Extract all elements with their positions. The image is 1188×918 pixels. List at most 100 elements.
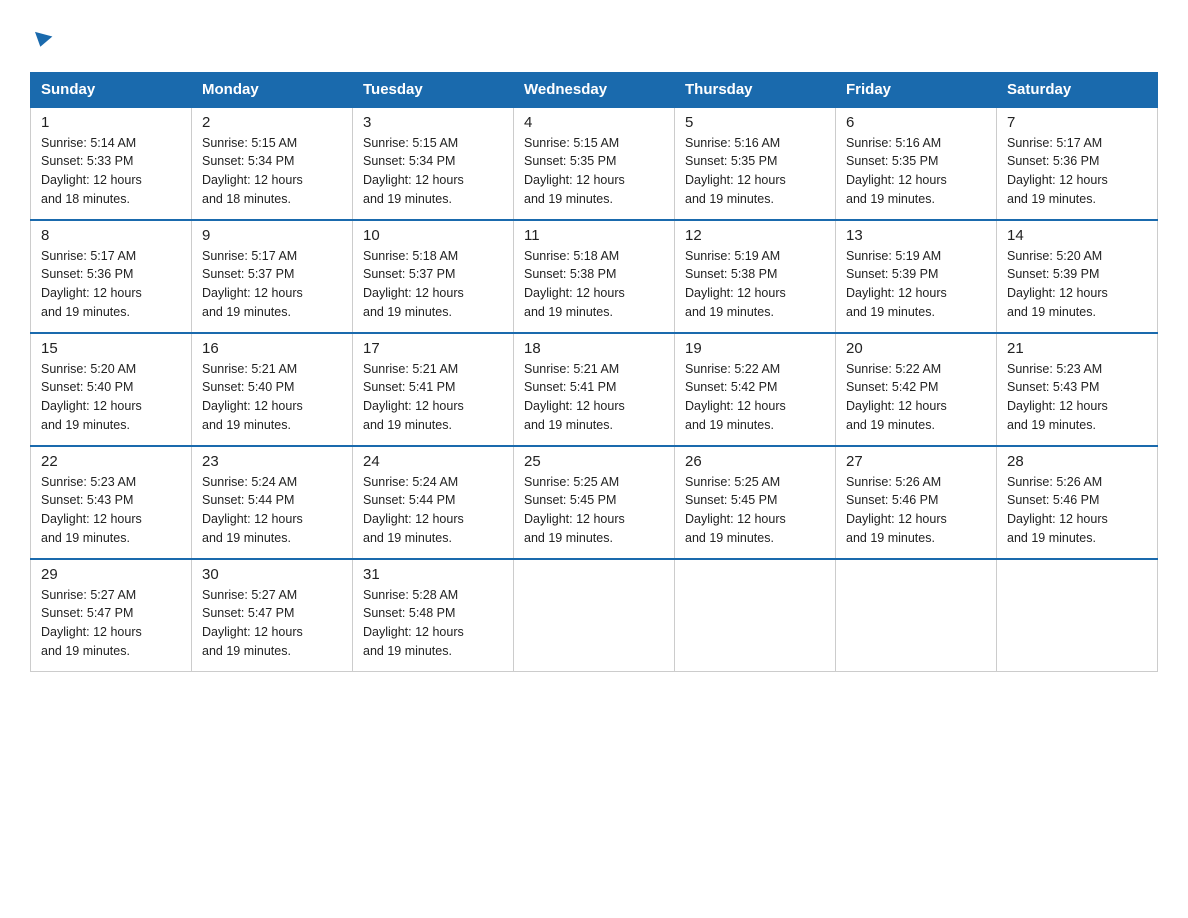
calendar-cell: 22Sunrise: 5:23 AMSunset: 5:43 PMDayligh… bbox=[31, 446, 192, 559]
day-number: 15 bbox=[41, 340, 181, 357]
calendar-cell: 14 Sunrise: 5:20 AMSunset: 5:39 PMDayligh… bbox=[997, 220, 1158, 333]
day-info: Sunrise: 5:27 AMSunset: 5:47 PMDaylight:… bbox=[202, 586, 342, 661]
day-number: 10 bbox=[363, 227, 503, 244]
day-number: 2 bbox=[202, 114, 342, 131]
header-monday: Monday bbox=[192, 72, 353, 107]
calendar-cell: 9Sunrise: 5:17 AMSunset: 5:37 PMDaylight… bbox=[192, 220, 353, 333]
calendar-cell: 16 Sunrise: 5:21 AMSunset: 5:40 PMDayligh… bbox=[192, 333, 353, 446]
day-info: Sunrise: 5:23 AMSunset: 5:43 PMDaylight:… bbox=[41, 473, 181, 548]
calendar-week-row: 15 Sunrise: 5:20 AMSunset: 5:40 PMDayligh… bbox=[31, 333, 1158, 446]
day-number: 18 bbox=[524, 340, 664, 357]
day-info: Sunrise: 5:17 AMSunset: 5:36 PMDaylight:… bbox=[41, 247, 181, 322]
day-info: Sunrise: 5:28 AMSunset: 5:48 PMDaylight:… bbox=[363, 586, 503, 661]
day-number: 28 bbox=[1007, 453, 1147, 470]
day-number: 25 bbox=[524, 453, 664, 470]
day-info: Sunrise: 5:25 AMSunset: 5:45 PMDaylight:… bbox=[524, 473, 664, 548]
day-info: Sunrise: 5:16 AMSunset: 5:35 PMDaylight:… bbox=[846, 134, 986, 209]
day-info: Sunrise: 5:15 AMSunset: 5:34 PMDaylight:… bbox=[202, 134, 342, 209]
day-info: Sunrise: 5:17 AMSunset: 5:36 PMDaylight:… bbox=[1007, 134, 1147, 209]
day-number: 24 bbox=[363, 453, 503, 470]
day-info: Sunrise: 5:19 AMSunset: 5:38 PMDaylight:… bbox=[685, 247, 825, 322]
day-info: Sunrise: 5:16 AMSunset: 5:35 PMDaylight:… bbox=[685, 134, 825, 209]
day-info: Sunrise: 5:27 AMSunset: 5:47 PMDaylight:… bbox=[41, 586, 181, 661]
calendar-cell: 25 Sunrise: 5:25 AMSunset: 5:45 PMDayligh… bbox=[514, 446, 675, 559]
header-wednesday: Wednesday bbox=[514, 72, 675, 107]
header-thursday: Thursday bbox=[675, 72, 836, 107]
calendar-cell: 24Sunrise: 5:24 AMSunset: 5:44 PMDayligh… bbox=[353, 446, 514, 559]
calendar-cell: 17 Sunrise: 5:21 AMSunset: 5:41 PMDayligh… bbox=[353, 333, 514, 446]
day-info: Sunrise: 5:21 AMSunset: 5:40 PMDaylight:… bbox=[202, 360, 342, 435]
calendar-cell: 20 Sunrise: 5:22 AMSunset: 5:42 PMDayligh… bbox=[836, 333, 997, 446]
calendar-table: SundayMondayTuesdayWednesdayThursdayFrid… bbox=[30, 72, 1158, 672]
day-number: 27 bbox=[846, 453, 986, 470]
calendar-cell: 21 Sunrise: 5:23 AMSunset: 5:43 PMDayligh… bbox=[997, 333, 1158, 446]
calendar-cell: 3 Sunrise: 5:15 AMSunset: 5:34 PMDaylight… bbox=[353, 107, 514, 220]
day-number: 20 bbox=[846, 340, 986, 357]
calendar-cell: 15 Sunrise: 5:20 AMSunset: 5:40 PMDayligh… bbox=[31, 333, 192, 446]
day-info: Sunrise: 5:21 AMSunset: 5:41 PMDaylight:… bbox=[363, 360, 503, 435]
day-info: Sunrise: 5:20 AMSunset: 5:39 PMDaylight:… bbox=[1007, 247, 1147, 322]
day-number: 19 bbox=[685, 340, 825, 357]
calendar-cell: 6 Sunrise: 5:16 AMSunset: 5:35 PMDaylight… bbox=[836, 107, 997, 220]
day-number: 21 bbox=[1007, 340, 1147, 357]
day-info: Sunrise: 5:19 AMSunset: 5:39 PMDaylight:… bbox=[846, 247, 986, 322]
calendar-cell: 7 Sunrise: 5:17 AMSunset: 5:36 PMDaylight… bbox=[997, 107, 1158, 220]
header-saturday: Saturday bbox=[997, 72, 1158, 107]
day-number: 5 bbox=[685, 114, 825, 131]
calendar-cell: 10 Sunrise: 5:18 AMSunset: 5:37 PMDayligh… bbox=[353, 220, 514, 333]
calendar-cell bbox=[675, 559, 836, 672]
day-info: Sunrise: 5:24 AMSunset: 5:44 PMDaylight:… bbox=[202, 473, 342, 548]
day-info: Sunrise: 5:20 AMSunset: 5:40 PMDaylight:… bbox=[41, 360, 181, 435]
calendar-cell: 28 Sunrise: 5:26 AMSunset: 5:46 PMDayligh… bbox=[997, 446, 1158, 559]
day-info: Sunrise: 5:22 AMSunset: 5:42 PMDaylight:… bbox=[846, 360, 986, 435]
day-number: 31 bbox=[363, 566, 503, 583]
header-sunday: Sunday bbox=[31, 72, 192, 107]
day-number: 26 bbox=[685, 453, 825, 470]
calendar-cell: 8 Sunrise: 5:17 AMSunset: 5:36 PMDaylight… bbox=[31, 220, 192, 333]
day-info: Sunrise: 5:18 AMSunset: 5:37 PMDaylight:… bbox=[363, 247, 503, 322]
day-number: 17 bbox=[363, 340, 503, 357]
day-number: 4 bbox=[524, 114, 664, 131]
day-number: 13 bbox=[846, 227, 986, 244]
day-number: 23 bbox=[202, 453, 342, 470]
calendar-cell: 26 Sunrise: 5:25 AMSunset: 5:45 PMDayligh… bbox=[675, 446, 836, 559]
day-number: 3 bbox=[363, 114, 503, 131]
day-number: 8 bbox=[41, 227, 181, 244]
header-friday: Friday bbox=[836, 72, 997, 107]
day-info: Sunrise: 5:23 AMSunset: 5:43 PMDaylight:… bbox=[1007, 360, 1147, 435]
day-info: Sunrise: 5:25 AMSunset: 5:45 PMDaylight:… bbox=[685, 473, 825, 548]
calendar-cell bbox=[997, 559, 1158, 672]
calendar-week-row: 1Sunrise: 5:14 AMSunset: 5:33 PMDaylight… bbox=[31, 107, 1158, 220]
day-number: 14 bbox=[1007, 227, 1147, 244]
day-info: Sunrise: 5:26 AMSunset: 5:46 PMDaylight:… bbox=[1007, 473, 1147, 548]
day-number: 29 bbox=[41, 566, 181, 583]
day-info: Sunrise: 5:15 AMSunset: 5:34 PMDaylight:… bbox=[363, 134, 503, 209]
calendar-week-row: 22Sunrise: 5:23 AMSunset: 5:43 PMDayligh… bbox=[31, 446, 1158, 559]
calendar-week-row: 29 Sunrise: 5:27 AMSunset: 5:47 PMDayligh… bbox=[31, 559, 1158, 672]
day-number: 9 bbox=[202, 227, 342, 244]
calendar-cell: 5 Sunrise: 5:16 AMSunset: 5:35 PMDaylight… bbox=[675, 107, 836, 220]
day-number: 16 bbox=[202, 340, 342, 357]
day-number: 7 bbox=[1007, 114, 1147, 131]
day-number: 12 bbox=[685, 227, 825, 244]
calendar-cell: 13 Sunrise: 5:19 AMSunset: 5:39 PMDayligh… bbox=[836, 220, 997, 333]
day-number: 30 bbox=[202, 566, 342, 583]
day-number: 6 bbox=[846, 114, 986, 131]
calendar-cell: 2 Sunrise: 5:15 AMSunset: 5:34 PMDaylight… bbox=[192, 107, 353, 220]
calendar-cell bbox=[514, 559, 675, 672]
calendar-cell bbox=[836, 559, 997, 672]
calendar-cell: 1Sunrise: 5:14 AMSunset: 5:33 PMDaylight… bbox=[31, 107, 192, 220]
day-number: 11 bbox=[524, 227, 664, 244]
calendar-cell: 12 Sunrise: 5:19 AMSunset: 5:38 PMDayligh… bbox=[675, 220, 836, 333]
calendar-cell: 29 Sunrise: 5:27 AMSunset: 5:47 PMDayligh… bbox=[31, 559, 192, 672]
day-info: Sunrise: 5:26 AMSunset: 5:46 PMDaylight:… bbox=[846, 473, 986, 548]
logo bbox=[30, 20, 51, 52]
day-number: 1 bbox=[41, 114, 181, 131]
day-info: Sunrise: 5:21 AMSunset: 5:41 PMDaylight:… bbox=[524, 360, 664, 435]
page-header bbox=[30, 20, 1158, 52]
calendar-week-row: 8 Sunrise: 5:17 AMSunset: 5:36 PMDaylight… bbox=[31, 220, 1158, 333]
calendar-cell: 23 Sunrise: 5:24 AMSunset: 5:44 PMDayligh… bbox=[192, 446, 353, 559]
calendar-cell: 27 Sunrise: 5:26 AMSunset: 5:46 PMDayligh… bbox=[836, 446, 997, 559]
calendar-cell: 19 Sunrise: 5:22 AMSunset: 5:42 PMDayligh… bbox=[675, 333, 836, 446]
day-info: Sunrise: 5:22 AMSunset: 5:42 PMDaylight:… bbox=[685, 360, 825, 435]
